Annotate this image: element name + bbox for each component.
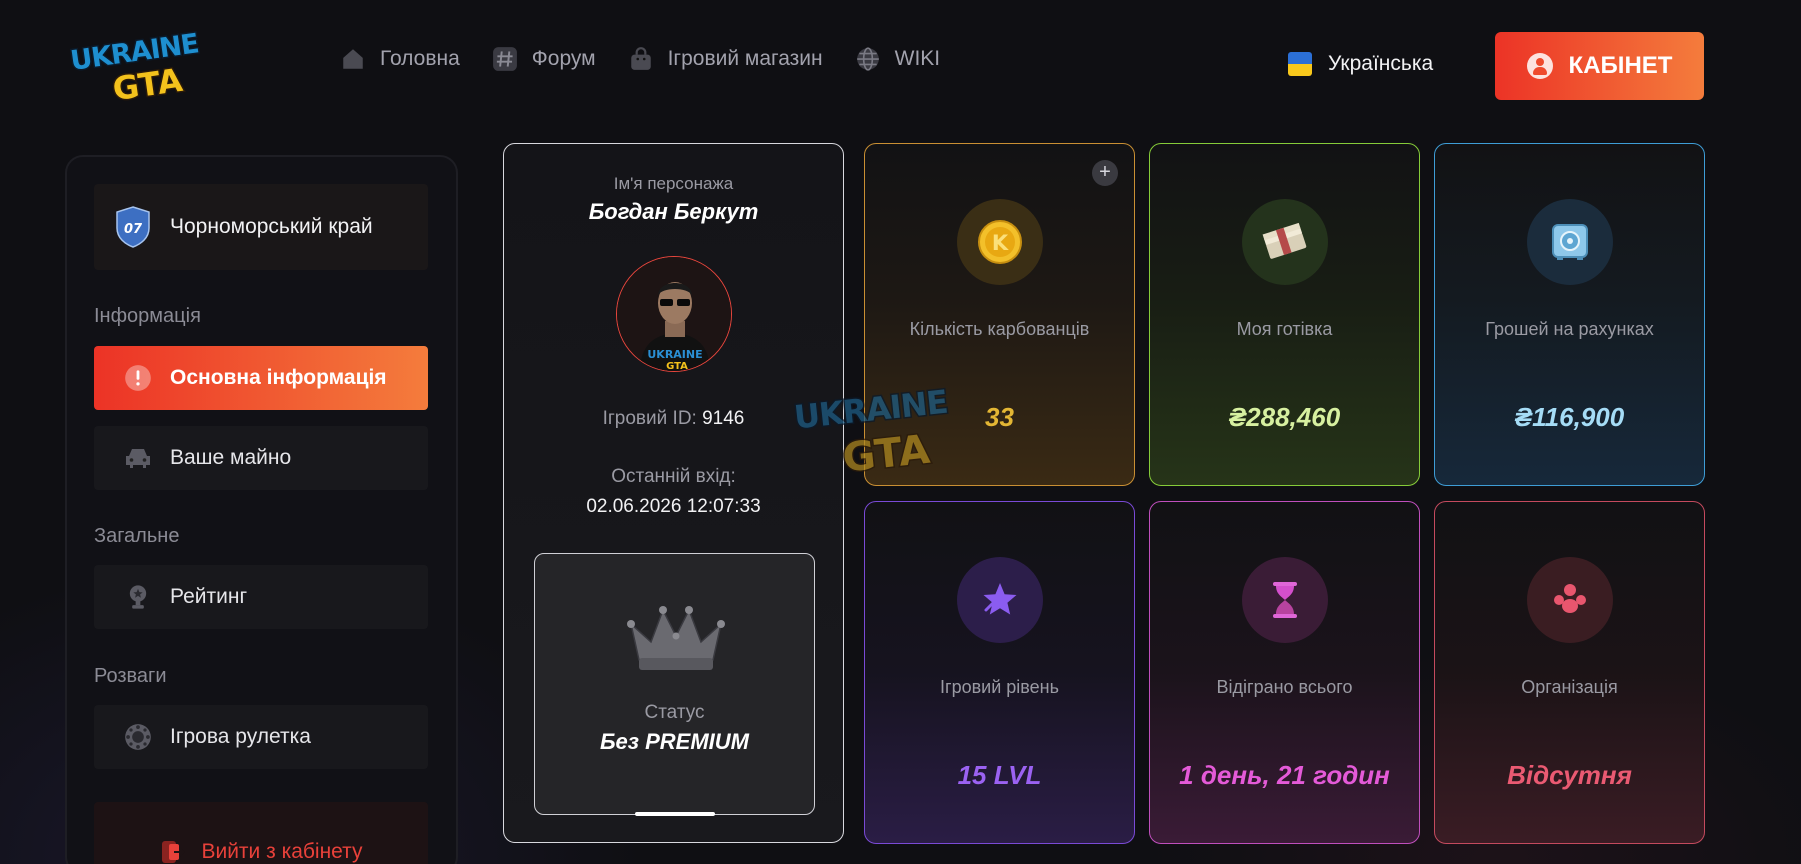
stat-label: Кількість карбованців <box>909 319 1090 339</box>
ukraine-gta-watermark-logo: UKRAINE GTA <box>792 381 951 483</box>
safe-icon <box>1527 199 1613 285</box>
language-selector[interactable]: Українська <box>1288 52 1433 76</box>
stat-card-cash: Моя готівка ₴288,460 <box>1149 143 1420 486</box>
section-title-fun: Розваги <box>94 665 167 687</box>
header: UKRAINE GTA Головна Форум Ігровий магази… <box>0 0 1801 110</box>
coin-icon: K <box>957 199 1043 285</box>
stat-card-organization: Організація Відсутня <box>1434 501 1705 844</box>
character-name-label: Ім'я персонажа <box>613 174 734 193</box>
user-icon <box>1526 53 1553 79</box>
nav-shop-label: Ігровий магазин <box>667 47 823 70</box>
nav-shop[interactable]: Ігровий магазин <box>628 46 823 72</box>
sidebar-item-main-info[interactable]: Основна інформація <box>94 346 428 410</box>
server-name: Чорноморський край <box>170 215 373 238</box>
stat-value: 15 LVL <box>957 760 1042 790</box>
stat-card-playtime: Відіграно всього 1 день, 21 годин <box>1149 501 1420 844</box>
stat-value: Відсутня <box>1507 760 1632 790</box>
stat-card-bank: Грошей на рахунках ₴116,900 <box>1434 143 1705 486</box>
status-tab-indicator <box>635 812 715 816</box>
stat-label: Відіграно всього <box>1216 677 1353 697</box>
stat-label: Ігровий рівень <box>940 677 1059 697</box>
logout-button[interactable]: Вийти з кабінету <box>94 802 428 864</box>
trophy-icon <box>129 585 147 609</box>
roulette-icon <box>125 724 151 750</box>
status-value: Без PREMIUM <box>599 729 750 754</box>
game-id-value: 9146 <box>702 408 745 429</box>
sidebar-item-label: Основна інформація <box>170 366 387 389</box>
sidebar: 07 Чорноморський край Інформація Основна… <box>65 155 458 864</box>
group-icon <box>1527 557 1613 643</box>
sidebar-item-rating[interactable]: Рейтинг <box>94 565 428 629</box>
svg-text:K: K <box>992 231 1009 255</box>
server-shield-icon: 07 <box>116 206 150 248</box>
svg-text:GTA: GTA <box>840 427 932 482</box>
language-label: Українська <box>1328 52 1434 75</box>
ukraine-gta-logo[interactable]: UKRAINE GTA <box>68 26 218 106</box>
cabinet-button-label: КАБІНЕТ <box>1568 52 1673 79</box>
server-badge-number: 07 <box>124 222 143 237</box>
stat-value: 1 день, 21 годин <box>1179 760 1390 790</box>
add-karbovantsi-button[interactable]: + <box>1092 160 1118 186</box>
cash-stack-icon <box>1242 199 1328 285</box>
section-title-info: Інформація <box>94 305 201 327</box>
stat-value: ₴288,460 <box>1228 402 1341 432</box>
stat-label: Моя готівка <box>1236 319 1333 339</box>
nav-wiki-label: WIKI <box>894 47 941 70</box>
nav-wiki[interactable]: WIKI <box>855 46 941 72</box>
sidebar-item-property[interactable]: Ваше майно <box>94 426 428 490</box>
server-selector[interactable]: 07 Чорноморський край <box>94 184 428 270</box>
globe-icon <box>856 47 879 71</box>
car-icon <box>126 449 150 468</box>
last-login-value: 02.06.2026 12:07:33 <box>586 496 761 517</box>
svg-text:UKRAINE: UKRAINE <box>647 348 702 361</box>
character-name: Богдан Беркут <box>588 199 759 224</box>
stat-value: ₴116,900 <box>1514 402 1625 432</box>
logout-label: Вийти з кабінету <box>201 840 363 863</box>
stat-card-level: Ігровий рівень 15 LVL <box>864 501 1135 844</box>
shopping-bag-icon <box>630 47 651 70</box>
status-label: Статус <box>644 702 705 723</box>
nav-home[interactable]: Головна <box>340 46 460 72</box>
logout-icon <box>162 841 186 863</box>
star-icon <box>957 557 1043 643</box>
main-nav: Головна Форум Ігровий магазин WIKI <box>340 46 940 72</box>
nav-forum-label: Форум <box>531 47 596 70</box>
premium-status-box[interactable]: Статус Без PREMIUM <box>534 553 815 816</box>
stat-label: Грошей на рахунках <box>1485 319 1654 339</box>
nav-home-label: Головна <box>380 47 460 70</box>
hashtag-icon <box>492 47 517 71</box>
nav-forum[interactable]: Форум <box>492 46 596 72</box>
ukraine-flag-icon <box>1288 52 1312 76</box>
home-icon <box>343 49 363 69</box>
sidebar-item-label: Ігрова рулетка <box>170 725 311 748</box>
stat-label: Організація <box>1521 677 1618 697</box>
alert-circle-icon <box>125 365 151 391</box>
avatar: UKRAINE GTA <box>616 256 732 372</box>
sidebar-item-label: Рейтинг <box>170 585 248 608</box>
crown-icon <box>627 606 725 670</box>
game-id-label: Ігровий ID: <box>602 408 697 429</box>
cabinet-button[interactable]: КАБІНЕТ <box>1495 32 1704 100</box>
sidebar-item-roulette[interactable]: Ігрова рулетка <box>94 705 428 769</box>
section-title-general: Загальне <box>94 525 180 547</box>
sidebar-item-label: Ваше майно <box>170 446 292 469</box>
profile-card: Ім'я персонажа Богдан Беркут UKRAINE GTA… <box>503 143 844 843</box>
hourglass-icon <box>1242 557 1328 643</box>
svg-text:GTA: GTA <box>666 361 688 372</box>
